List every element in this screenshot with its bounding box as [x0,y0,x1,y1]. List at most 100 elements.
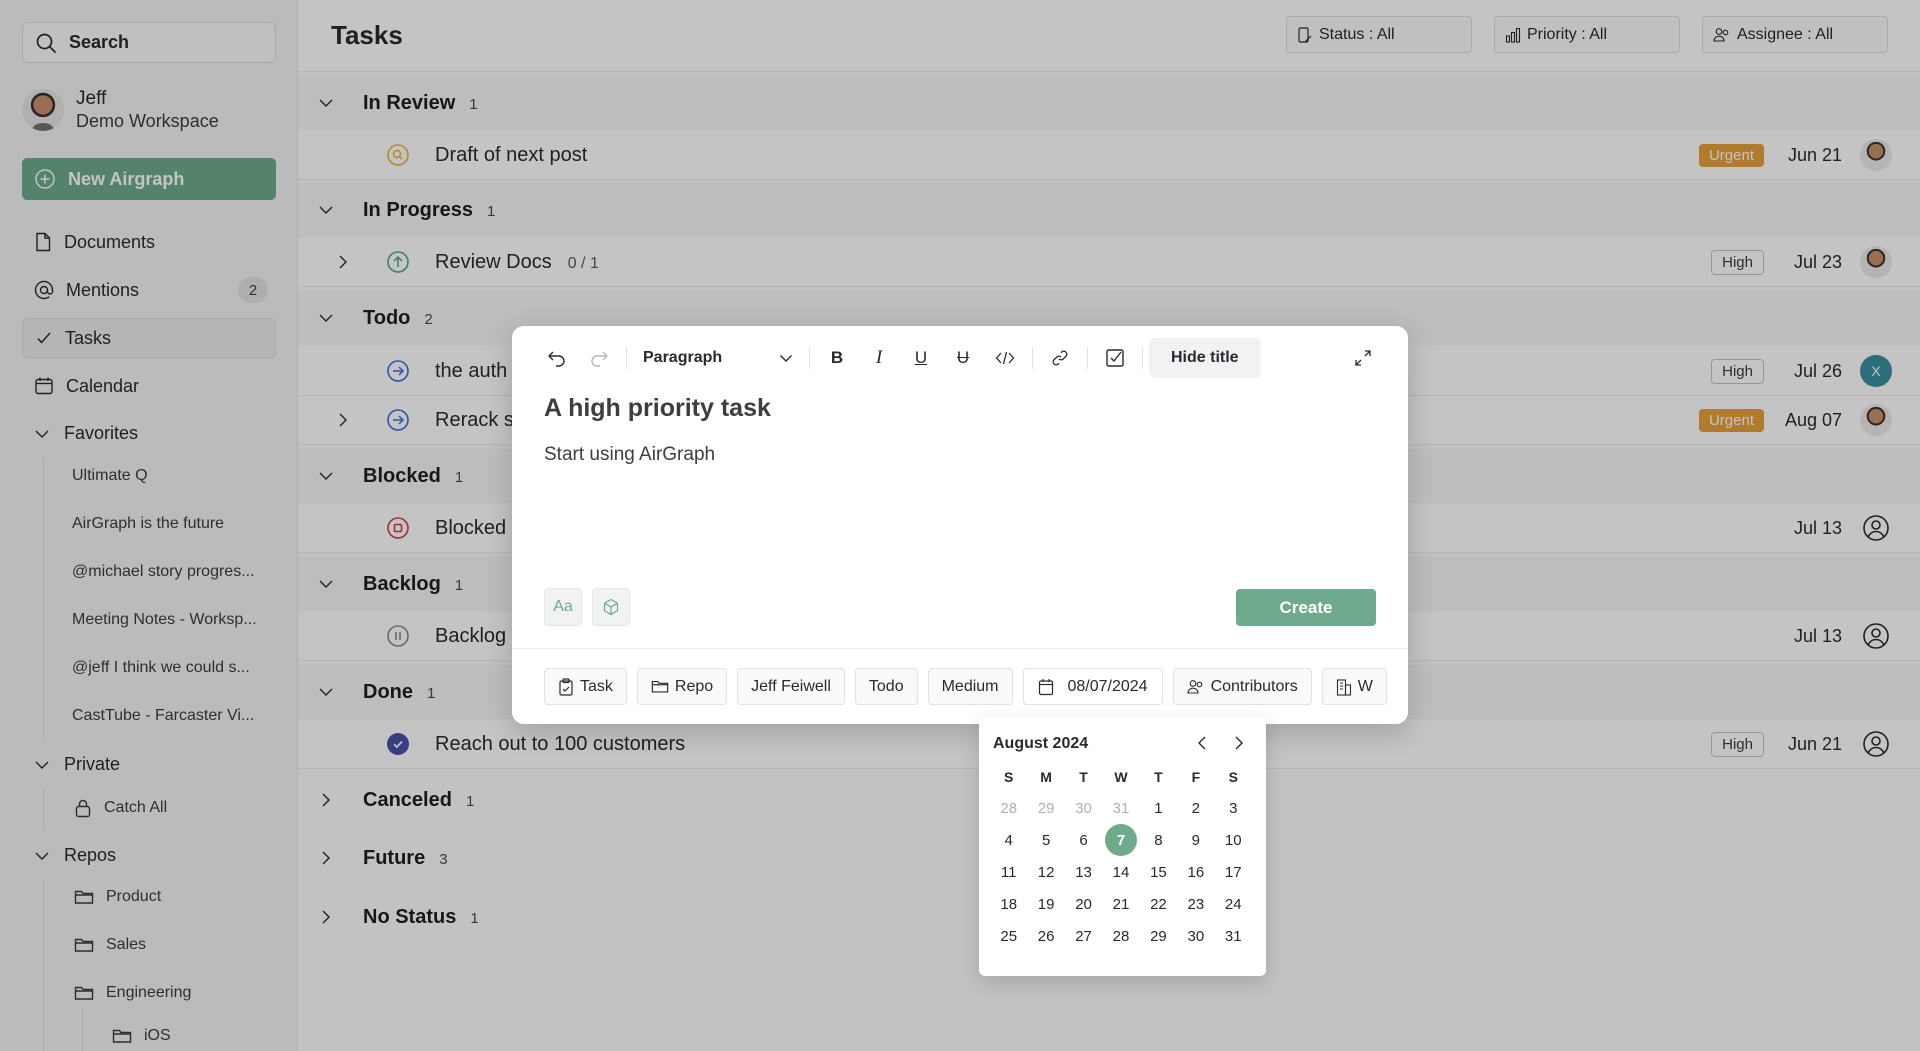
checkbox-icon [1106,349,1124,367]
calendar-day[interactable]: 18 [990,888,1027,920]
calendar-day-number: 16 [1187,863,1205,881]
type-chip[interactable]: Task [544,668,627,705]
weekday-header: S [1004,769,1014,785]
embed-button[interactable] [592,588,630,626]
calendar-day[interactable]: 12 [1027,856,1064,888]
strikethrough-icon: U [956,348,970,367]
text-style-button[interactable]: Aa [544,588,582,626]
calendar-day[interactable]: 23 [1177,888,1214,920]
calendar-day-number: 20 [1075,895,1092,913]
editor-toolbar: Paragraph B I U U Hide title [536,338,1384,378]
redo-icon [591,351,608,367]
toolbar-divider [1087,347,1088,369]
calendar-day-selected[interactable]: 7 [1102,824,1139,856]
assignee-chip[interactable]: Jeff Feiwell [737,668,845,705]
calendar-day[interactable]: 25 [990,920,1027,952]
users-icon [1187,679,1202,694]
calendar-day[interactable]: 14 [1102,856,1139,888]
calendar-day[interactable]: 6 [1065,824,1102,856]
calendar-day[interactable]: 24 [1215,888,1252,920]
calendar-day[interactable]: 28 [990,792,1027,824]
calendar-day[interactable]: 30 [1065,792,1102,824]
calendar-day[interactable]: 21 [1102,888,1139,920]
calendar-day[interactable]: 4 [990,824,1027,856]
status-chip[interactable]: Todo [854,668,918,705]
calendar-day[interactable]: 1 [1140,792,1177,824]
calendar-day[interactable]: 20 [1065,888,1102,920]
expand-button[interactable] [1342,338,1384,378]
calendar-day[interactable]: 28 [1102,920,1139,952]
calendar-day-number: 31 [1112,799,1130,817]
next-month-button[interactable] [1227,731,1251,755]
calendar-day[interactable]: 17 [1215,856,1252,888]
italic-icon: I [875,347,883,368]
underline-button[interactable]: U [900,338,942,378]
calendar-day-number: 10 [1224,831,1242,849]
calendar-day[interactable]: 31 [1215,920,1252,952]
due-date-chip[interactable]: 08/07/2024 [1022,668,1163,705]
calendar-day-number: 26 [1037,927,1055,945]
undo-icon [548,351,565,367]
task-properties: Task Repo Jeff Feiwell Todo Medium 08/07… [544,668,1408,705]
calendar-day[interactable]: 16 [1177,856,1214,888]
calendar-day-number: 19 [1037,895,1055,913]
repo-chip[interactable]: Repo [636,668,728,705]
task-body-editor[interactable]: Start using AirGraph [544,444,715,466]
calendar-day[interactable]: 10 [1215,824,1252,856]
link-button[interactable] [1039,338,1081,378]
calendar-day[interactable]: 11 [990,856,1027,888]
hide-title-button[interactable]: Hide title [1149,338,1261,378]
checklist-button[interactable] [1094,338,1136,378]
previous-month-button[interactable] [1190,731,1214,755]
calendar-day-number: 24 [1224,895,1242,913]
strikethrough-button[interactable]: U [942,338,984,378]
contributors-chip[interactable]: Contributors [1172,668,1312,705]
calendar-day[interactable]: 8 [1140,824,1177,856]
calendar-day-number: 13 [1075,863,1092,881]
calendar-day[interactable]: 2 [1177,792,1214,824]
chevron-right-icon [1235,736,1243,750]
calendar-icon [1038,678,1053,695]
chip-label: Todo [868,677,904,695]
calendar-day-number: 1 [1154,799,1163,817]
calendar-day[interactable]: 5 [1027,824,1064,856]
calendar-day-number: 28 [1112,927,1130,945]
chip-label: Medium [941,677,999,695]
calendar-day-number: 2 [1191,799,1201,817]
undo-button[interactable] [536,338,578,378]
weekday-header: W [1114,769,1128,785]
workspace-chip[interactable]: W [1321,668,1387,705]
italic-button[interactable]: I [858,338,900,378]
calendar-day[interactable]: 26 [1027,920,1064,952]
create-button[interactable]: Create [1236,589,1376,626]
calendar-day[interactable]: 3 [1215,792,1252,824]
calendar-day-number: 17 [1224,863,1242,881]
calendar-day[interactable]: 27 [1065,920,1102,952]
calendar-day-number: 21 [1112,895,1130,913]
calendar-day-number: 25 [1000,927,1018,945]
building-icon [1336,678,1351,696]
chevron-left-icon [1198,736,1206,750]
calendar-day[interactable]: 31 [1102,792,1139,824]
bold-icon: B [830,348,844,367]
priority-chip[interactable]: Medium [927,668,1013,705]
calendar-day-number: 15 [1150,863,1167,881]
calendar-day-number: 4 [1004,831,1013,849]
calendar-day[interactable]: 22 [1140,888,1177,920]
redo-button[interactable] [578,338,620,378]
calendar-day[interactable]: 29 [1027,792,1064,824]
calendar-day-number: 6 [1079,831,1088,849]
bold-button[interactable]: B [816,338,858,378]
code-button[interactable] [984,338,1026,378]
calendar-day-number: 28 [1000,799,1018,817]
calendar-day-number: 27 [1075,927,1092,945]
calendar-day[interactable]: 15 [1140,856,1177,888]
calendar-day[interactable]: 30 [1177,920,1214,952]
calendar-day[interactable]: 19 [1027,888,1064,920]
calendar-day[interactable]: 9 [1177,824,1214,856]
task-title-input[interactable]: A high priority task [544,394,771,423]
calendar-day[interactable]: 29 [1140,920,1177,952]
block-type-select[interactable]: Paragraph [633,338,803,378]
calendar-day[interactable]: 13 [1065,856,1102,888]
chip-label: Repo [674,677,714,695]
